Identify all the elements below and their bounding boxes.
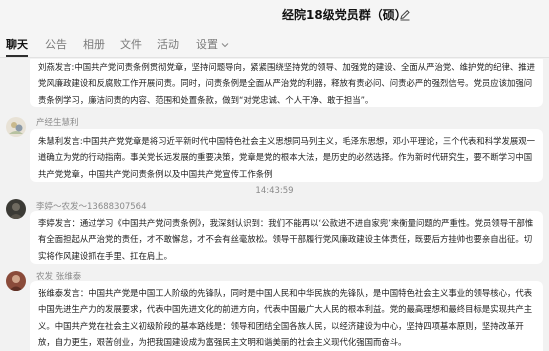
- group-title: 经院18级党员群（硕）: [282, 8, 407, 22]
- tab-chat[interactable]: 聊天: [6, 36, 28, 52]
- message-timestamp: 14:43:59: [255, 186, 294, 196]
- message-text: 刘燕发言:中国共产党问责条例贯彻党章，坚持问题导向，紧紧围绕坚持党的领导、加强党…: [38, 62, 535, 105]
- chat-message-list[interactable]: 刘燕发言:中国共产党问责条例贯彻党章，坚持问题导向，紧紧围绕坚持党的领导、加强党…: [0, 59, 549, 351]
- chevron-down-icon: [221, 43, 229, 48]
- message-bubble[interactable]: 张维泰发言：中国共产党是中国工人阶级的先锋队，同时是中国人民和中华民族的先锋队，…: [30, 281, 543, 351]
- tab-settings-label: 设置: [196, 38, 218, 51]
- tab-files[interactable]: 文件: [120, 36, 142, 52]
- pencil-icon[interactable]: [398, 8, 412, 22]
- title-bar: 经院18级党员群（硕）: [0, 0, 549, 32]
- active-tab-indicator: [6, 55, 28, 57]
- message-text: 李婷发言：通过学习《中国共产党问责条例》，我深刻认识到：我们不能再以‘公款进不进…: [38, 218, 534, 261]
- message-bubble[interactable]: 李婷发言：通过学习《中国共产党问责条例》，我深刻认识到：我们不能再以‘公款进不进…: [30, 211, 543, 264]
- tab-settings[interactable]: 设置: [196, 36, 229, 52]
- avatar[interactable]: [6, 271, 26, 291]
- message-text: 朱慧利发言:中国共产党党章是将习近平新时代中国特色社会主义思想同马列主义，毛泽东…: [38, 136, 535, 179]
- message-bubble[interactable]: 朱慧利发言:中国共产党党章是将习近平新时代中国特色社会主义思想同马列主义，毛泽东…: [30, 129, 543, 182]
- avatar[interactable]: [6, 199, 26, 219]
- sender-name[interactable]: 产经生慧利: [36, 116, 79, 128]
- message-bubble[interactable]: 刘燕发言:中国共产党问责条例贯彻党章，坚持问题导向，紧紧围绕坚持党的领导、加强党…: [30, 59, 543, 107]
- tab-activities[interactable]: 活动: [157, 36, 179, 52]
- message-text: 张维泰发言：中国共产党是中国工人阶级的先锋队，同时是中国人民和中华民族的先锋队，…: [38, 288, 533, 347]
- tab-announcements[interactable]: 公告: [45, 36, 67, 52]
- avatar[interactable]: [6, 117, 26, 137]
- tab-album[interactable]: 相册: [83, 36, 105, 52]
- tab-bar: 聊天 公告 相册 文件 活动 设置: [0, 32, 549, 58]
